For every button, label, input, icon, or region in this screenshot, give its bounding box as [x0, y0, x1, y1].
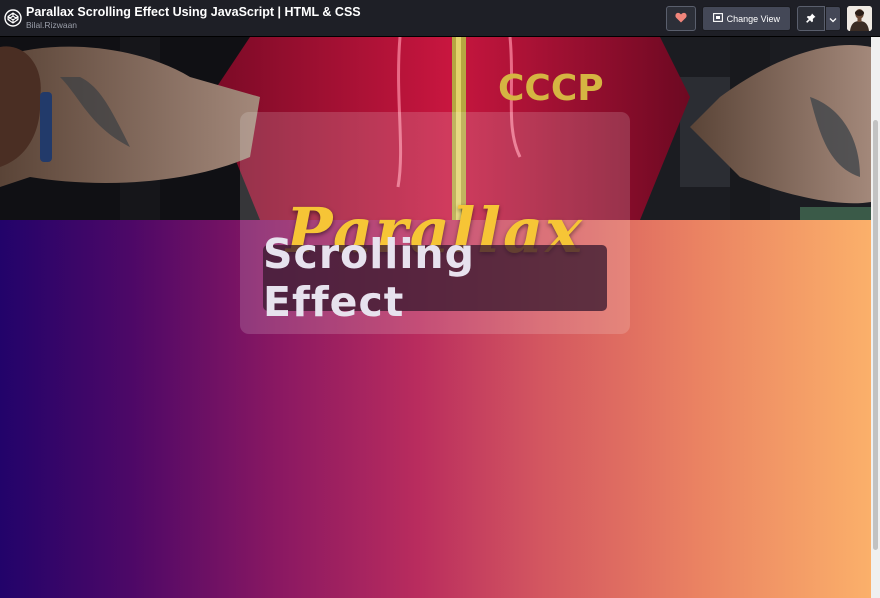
pin-options-button[interactable]: [825, 6, 841, 31]
change-view-label: Change View: [726, 13, 780, 24]
pin-button[interactable]: [797, 6, 825, 31]
heart-icon: [675, 10, 687, 28]
user-avatar[interactable]: [847, 6, 872, 31]
preview-scrollbar-thumb[interactable]: [873, 120, 878, 550]
layout-icon: [712, 13, 727, 24]
header-actions: Change View: [665, 6, 872, 31]
shirt-text: CCCP: [498, 68, 604, 109]
pin-icon: [806, 10, 816, 28]
change-view-button[interactable]: Change View: [701, 6, 791, 31]
title-card: Parallax Scrolling Effect: [240, 112, 630, 334]
chevron-down-icon: [829, 10, 837, 28]
pen-author[interactable]: Bilal.Rizwaan: [26, 20, 361, 31]
codepen-header: Parallax Scrolling Effect Using JavaScri…: [0, 0, 880, 37]
pen-preview: CCCP Parallax Scrolling Effect: [0, 37, 871, 598]
pen-title-block: Parallax Scrolling Effect Using JavaScri…: [26, 5, 361, 31]
subheading-box: Scrolling Effect: [263, 230, 607, 326]
love-button[interactable]: [665, 6, 696, 31]
scrolling-effect-subheading: Scrolling Effect: [263, 230, 475, 326]
codepen-logo-icon[interactable]: [4, 9, 22, 27]
pen-title[interactable]: Parallax Scrolling Effect Using JavaScri…: [26, 5, 361, 19]
pin-button-group: [797, 6, 841, 31]
